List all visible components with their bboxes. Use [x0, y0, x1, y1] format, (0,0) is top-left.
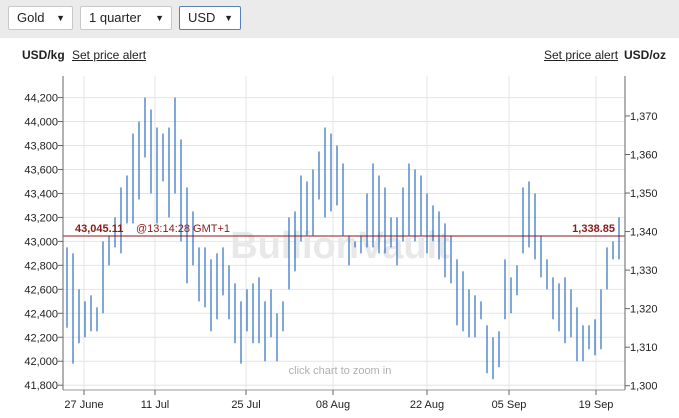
left-tick-label: 44,000: [24, 117, 58, 129]
left-tick-label: 43,600: [24, 164, 58, 176]
left-tick-label: 41,800: [24, 380, 58, 392]
x-axis-ticks: 27 June 11 Jul 25 Jul 08 Aug 22 Aug 05 Sep 19 …: [64, 390, 613, 411]
right-tick-label: 1,350: [630, 188, 658, 200]
current-price-left: 43,045.11: [75, 223, 123, 235]
x-tick-label: 08 Aug: [316, 399, 350, 411]
left-tick-label: 43,400: [24, 188, 58, 200]
right-tick-label: 1,360: [630, 150, 658, 162]
right-tick-label: 1,300: [630, 381, 658, 393]
left-tick-label: 42,000: [24, 356, 58, 368]
current-price-time: @13:14:28 GMT+1: [136, 223, 230, 235]
right-tick-label: 1,330: [630, 265, 658, 277]
left-tick-label: 43,000: [24, 236, 58, 248]
left-tick-label: 42,800: [24, 260, 58, 272]
left-axis-ticks: 41,800 42,000 42,200 42,400 42,600 42,800 43,0…: [24, 93, 63, 392]
left-tick-label: 43,200: [24, 212, 58, 224]
right-tick-label: 1,340: [630, 227, 658, 239]
x-tick-label: 27 June: [64, 399, 103, 411]
price-chart[interactable]: BullionVault 43,045.11 @13:14:28 GMT+1 1…: [0, 0, 679, 418]
left-tick-label: 43,800: [24, 141, 58, 153]
right-axis-ticks: 1,300 1,310 1,320 1,330 1,340 1,350 1,360 1,370: [625, 111, 658, 393]
zoom-hint: click chart to zoom in: [289, 365, 392, 377]
x-tick-label: 05 Sep: [492, 399, 527, 411]
right-tick-label: 1,320: [630, 304, 658, 316]
current-price-right: 1,338.85: [572, 223, 615, 235]
left-tick-label: 42,400: [24, 308, 58, 320]
left-tick-label: 42,600: [24, 284, 58, 296]
left-tick-label: 42,200: [24, 332, 58, 344]
x-tick-label: 11 Jul: [141, 399, 170, 411]
x-tick-label: 22 Aug: [410, 399, 444, 411]
x-tick-label: 25 Jul: [231, 399, 260, 411]
watermark: BullionVault: [230, 225, 450, 267]
x-tick-label: 19 Sep: [579, 399, 614, 411]
right-tick-label: 1,310: [630, 342, 658, 354]
left-tick-label: 44,200: [24, 93, 58, 105]
right-tick-label: 1,370: [630, 111, 658, 123]
